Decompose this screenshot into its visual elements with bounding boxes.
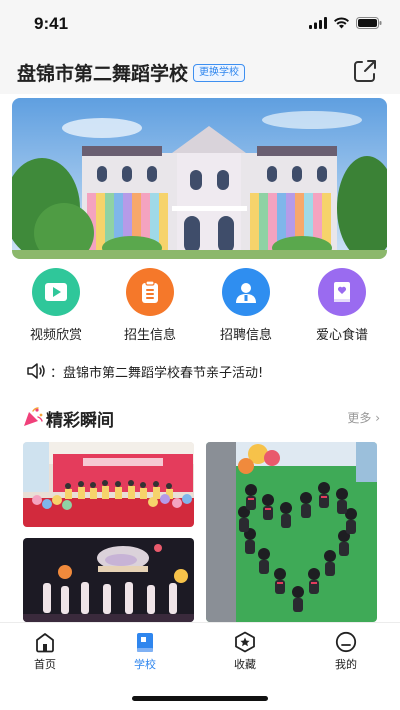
highlights-title: 精彩瞬间	[46, 411, 114, 431]
tab-label: 首页	[34, 658, 56, 671]
school-banner-image[interactable]	[12, 98, 387, 259]
profile-icon	[335, 631, 357, 653]
switch-school-button[interactable]: 更换学校	[193, 64, 245, 82]
tab-label: 学校	[134, 658, 156, 671]
chevron-right-icon: ›	[375, 411, 380, 425]
more-label: 更多	[347, 411, 372, 425]
person-icon	[222, 268, 270, 316]
highlights-header: 精彩瞬间 更多 ›	[22, 405, 380, 431]
quick-link-label: 招生信息	[123, 328, 176, 343]
home-icon	[36, 633, 54, 653]
share-icon[interactable]	[352, 58, 378, 84]
play-video-icon	[32, 268, 80, 316]
quick-link-recruitment[interactable]: 招聘信息	[206, 268, 286, 343]
tab-label: 我的	[335, 658, 357, 671]
more-link[interactable]: 更多 ›	[347, 409, 380, 426]
quick-link-label: 视频欣赏	[29, 328, 82, 343]
notice-text: ：盘锦市第二舞蹈学校春节亲子活动!	[50, 365, 264, 381]
party-popper-icon	[24, 407, 43, 426]
highlight-photo-lantern-dance[interactable]	[23, 538, 194, 622]
status-bar: 9:41	[0, 0, 400, 50]
clipboard-icon	[126, 268, 174, 316]
quick-link-video[interactable]: 视频欣赏	[16, 268, 96, 343]
battery-icon	[356, 17, 382, 29]
quick-link-label: 招聘信息	[219, 328, 272, 343]
school-book-icon	[137, 633, 153, 652]
quick-link-enrollment[interactable]: 招生信息	[110, 268, 190, 343]
header: 盘锦市第二舞蹈学校 更换学校	[0, 50, 400, 94]
tab-favorites[interactable]: 收藏	[215, 631, 275, 672]
highlight-photo-stage-performance[interactable]	[23, 442, 194, 527]
cellular-signal-icon	[309, 17, 327, 29]
star-icon	[235, 631, 255, 653]
quick-link-recipe[interactable]: 爱心食谱	[302, 268, 382, 343]
status-time: 9:41	[34, 14, 69, 33]
status-icons	[309, 17, 382, 29]
home-indicator	[132, 696, 268, 701]
tab-label: 收藏	[234, 658, 256, 671]
wifi-icon	[334, 17, 349, 29]
tab-school[interactable]: 学校	[115, 631, 175, 672]
tab-home[interactable]: 首页	[15, 631, 75, 672]
quick-links: 视频欣赏 招生信息 招聘信息 爱心食谱	[0, 268, 400, 346]
school-name: 盘锦市第二舞蹈学校	[17, 63, 189, 85]
notice-bar[interactable]: ：盘锦市第二舞蹈学校春节亲子活动!	[26, 360, 386, 382]
speaker-icon	[27, 363, 45, 379]
recipe-book-icon	[318, 268, 366, 316]
quick-link-label: 爱心食谱	[315, 328, 368, 343]
highlight-photo-graduation-heart[interactable]	[206, 442, 377, 622]
tab-profile[interactable]: 我的	[316, 631, 376, 672]
